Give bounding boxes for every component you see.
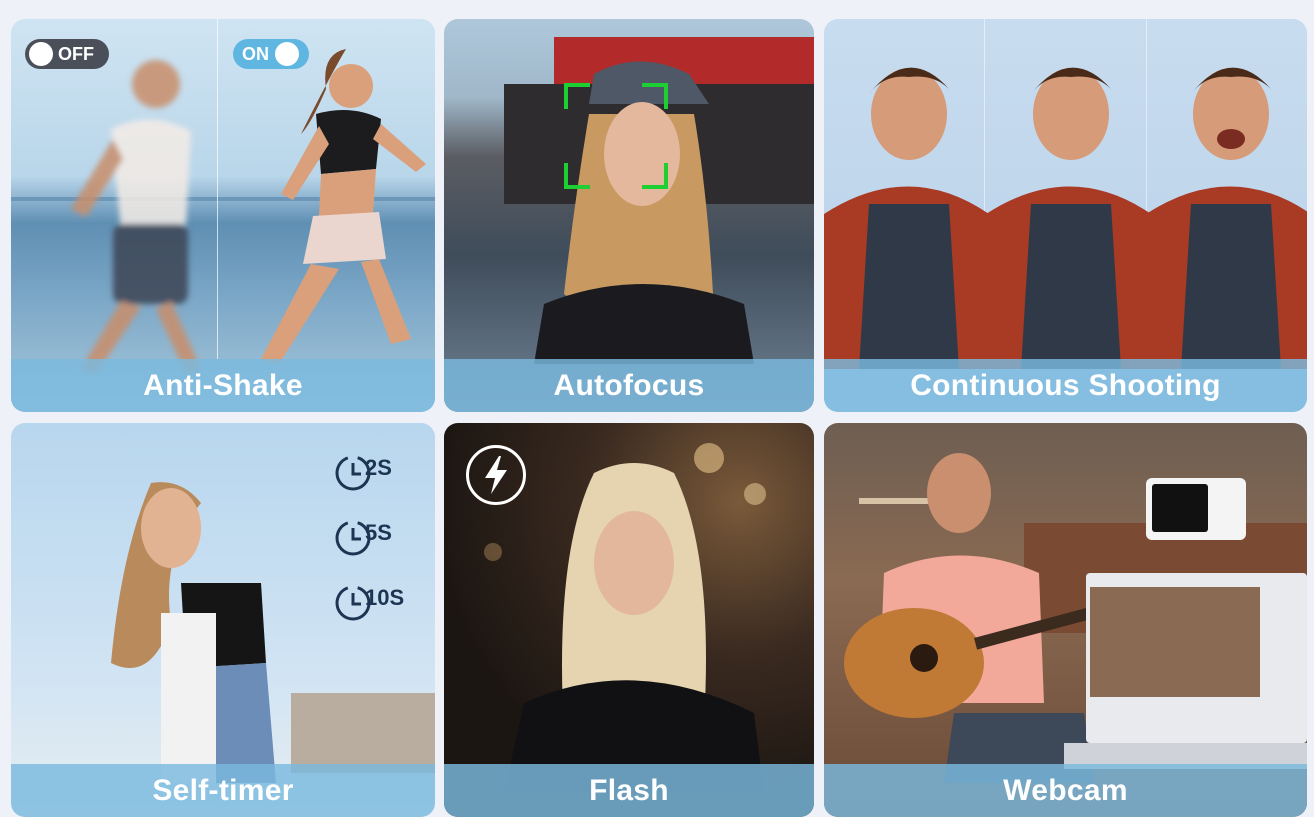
self-timer-tile: 2S 5S 10S Self-timer [11,423,435,817]
toggle-off-icon [29,42,53,66]
toggle-off-label: OFF [58,43,94,64]
continuous-shooting-tile: Continuous Shooting [824,19,1307,412]
camera-device [1146,478,1246,540]
flash-caption: Flash [444,764,814,817]
continuous-shooting-caption: Continuous Shooting [824,359,1307,412]
sharp-runner-figure [261,49,426,364]
autofocus-tile: Autofocus [444,19,814,412]
flash-tile: Flash [444,423,814,817]
guitarist-figure [844,453,1094,783]
webcam-caption: Webcam [824,764,1307,817]
toggle-on-icon [275,42,299,66]
toggle-on-label: ON [242,43,269,64]
anti-shake-on-toggle: ON [233,39,309,69]
timer-5s-label: 5S [365,520,392,545]
timer-10s-label: 10S [365,585,405,610]
barber-figures [824,67,1307,369]
anti-shake-tile: OFF ON Anti-Shake [11,19,435,412]
webcam-tile: Webcam [824,423,1307,817]
blurred-runner-figure [71,60,201,374]
woman-timer-figure [111,482,276,783]
anti-shake-off-toggle: OFF [25,39,109,69]
woman-flash-figure [504,463,764,793]
woman-portrait-figure [534,61,754,364]
anti-shake-caption: Anti-Shake [11,359,435,412]
laptop-screen [1086,573,1307,743]
timer-2s: 2S [333,453,392,493]
timer-10s: 10S [333,583,404,623]
timer-2s-label: 2S [365,455,392,480]
autofocus-caption: Autofocus [444,359,814,412]
self-timer-caption: Self-timer [11,764,435,817]
timer-5s: 5S [333,518,392,558]
split-divider [217,19,218,359]
flash-bolt-icon [466,445,526,505]
